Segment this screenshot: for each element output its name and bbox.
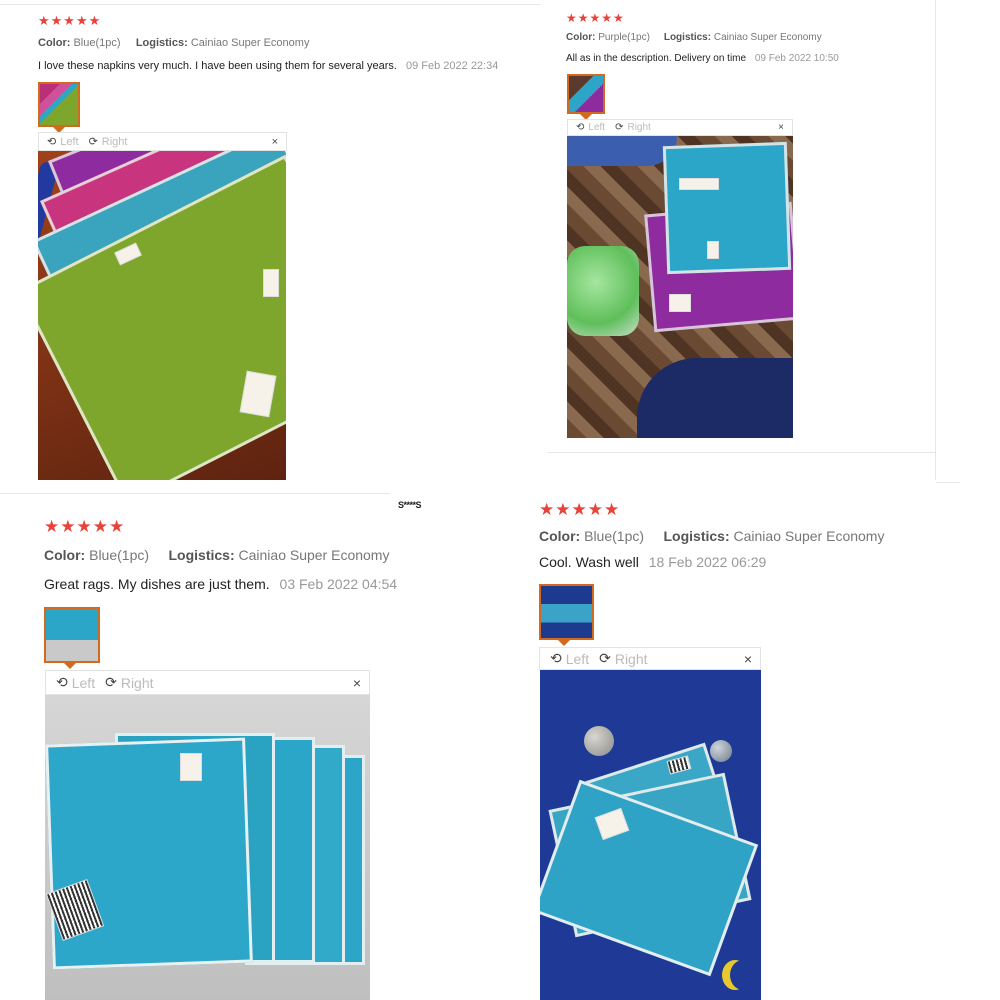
- review-comment-line: I love these napkins very much. I have b…: [38, 60, 498, 72]
- close-icon[interactable]: ×: [272, 136, 278, 148]
- review-date: 09 Feb 2022 10:50: [754, 53, 839, 64]
- photo-thumbnail[interactable]: [567, 74, 605, 114]
- review-comment: Great rags. My dishes are just them.: [44, 576, 270, 592]
- towel-label: [263, 269, 279, 297]
- logistics-label: Logistics:: [663, 528, 730, 544]
- color-value: Blue(1pc): [89, 547, 150, 563]
- rotate-right-label: Right: [120, 674, 154, 691]
- review-card: ★★★★★ Color: Blue(1pc) Logistics: Cainia…: [0, 500, 397, 1000]
- rotate-right-label: Right: [101, 135, 128, 148]
- rotate-right-button[interactable]: ⟳ Right: [105, 674, 153, 691]
- rating-stars: ★★★★★: [539, 500, 621, 519]
- review-comment-line: All as in the description. Delivery on t…: [566, 53, 839, 64]
- review-photo[interactable]: [38, 151, 286, 480]
- review-photo[interactable]: [45, 695, 370, 1000]
- towel-label: [180, 753, 202, 781]
- towel-label: [679, 178, 719, 190]
- color-label: Color:: [566, 32, 596, 43]
- towel-blue: [662, 141, 792, 275]
- color-value: Blue(1pc): [584, 528, 645, 544]
- moon-print: [730, 960, 756, 990]
- review-comment-line: Great rags. My dishes are just them. 03 …: [44, 576, 397, 592]
- color-value: Blue(1pc): [73, 37, 121, 49]
- image-viewer-toolbar: ⟲ Left ⟳ Right ×: [45, 670, 370, 695]
- truncated-reviewer-name: S****S: [398, 500, 422, 510]
- rotate-left-label: Left: [565, 650, 590, 667]
- rotate-right-button[interactable]: ⟳ Right: [599, 650, 647, 667]
- image-viewer-toolbar: ⟲ Left ⟳ Right ×: [38, 132, 287, 151]
- rotate-right-icon: ⟳: [88, 136, 98, 148]
- dark-cloth: [637, 358, 793, 438]
- rotate-right-icon: ⟳: [599, 650, 611, 666]
- review-card: ★★★★★ Color: Blue(1pc) Logistics: Cainia…: [520, 490, 960, 1000]
- blanket-shape: [567, 136, 677, 166]
- photo-thumbnail[interactable]: [539, 584, 594, 640]
- rotate-right-label: Right: [614, 650, 648, 667]
- image-viewer-toolbar: ⟲ Left ⟳ Right ×: [567, 119, 793, 136]
- panel-divider-mid-right: [548, 452, 936, 453]
- panel-divider-right-edge: [935, 0, 936, 480]
- panel-divider-mid-far: [936, 482, 960, 483]
- logistics-label: Logistics:: [663, 32, 712, 43]
- review-card: ★★★★★ Color: Blue(1pc) Logistics: Cainia…: [0, 5, 540, 485]
- rotate-left-button[interactable]: ⟲ Left: [550, 650, 589, 667]
- review-comment: All as in the description. Delivery on t…: [566, 53, 747, 64]
- logistics-label: Logistics:: [135, 37, 188, 49]
- thumbnail-pointer: [558, 640, 570, 646]
- panel-divider-mid-left: [0, 493, 390, 494]
- rotate-left-button[interactable]: ⟲ Left: [47, 135, 79, 149]
- review-meta: Color: Blue(1pc) Logistics: Cainiao Supe…: [539, 528, 884, 544]
- close-icon[interactable]: ×: [744, 651, 752, 667]
- logistics-value: Cainiao Super Economy: [190, 37, 310, 49]
- color-label: Color:: [38, 37, 71, 49]
- rotate-left-icon: ⟲: [47, 136, 57, 148]
- rotate-left-label: Left: [588, 122, 606, 133]
- rating-stars: ★★★★★: [38, 13, 102, 28]
- review-meta: Color: Blue(1pc) Logistics: Cainiao Supe…: [44, 547, 389, 563]
- photo-thumbnail[interactable]: [44, 607, 100, 663]
- review-photo[interactable]: [540, 670, 761, 1000]
- rotate-left-label: Left: [60, 135, 79, 148]
- rotate-left-icon: ⟲: [550, 650, 562, 666]
- rotate-left-label: Left: [71, 674, 96, 691]
- rating-stars: ★★★★★: [44, 517, 126, 536]
- rotate-right-icon: ⟳: [105, 674, 117, 690]
- towel-label: [669, 294, 691, 312]
- review-date: 18 Feb 2022 06:29: [648, 554, 767, 570]
- planet-print: [584, 726, 614, 756]
- review-card: ★★★★★ Color: Purple(1pc) Logistics: Cain…: [548, 0, 934, 450]
- review-comment: Cool. Wash well: [539, 554, 639, 570]
- color-label: Color:: [539, 528, 581, 544]
- rotate-right-label: Right: [627, 122, 651, 133]
- logistics-label: Logistics:: [168, 547, 235, 563]
- rating-stars: ★★★★★: [566, 11, 625, 25]
- logistics-value: Cainiao Super Economy: [733, 528, 885, 544]
- logistics-value: Cainiao Super Economy: [713, 32, 822, 43]
- review-comment: I love these napkins very much. I have b…: [38, 60, 397, 72]
- rotate-right-button[interactable]: ⟳ Right: [615, 122, 651, 133]
- review-date: 03 Feb 2022 04:54: [279, 576, 398, 592]
- color-label: Color:: [44, 547, 86, 563]
- thumbnail-pointer: [64, 663, 76, 669]
- logistics-value: Cainiao Super Economy: [238, 547, 390, 563]
- close-icon[interactable]: ×: [353, 675, 361, 691]
- green-package: [567, 246, 639, 336]
- photo-thumbnail[interactable]: [38, 82, 80, 127]
- rotate-left-button[interactable]: ⟲ Left: [56, 674, 95, 691]
- review-meta: Color: Purple(1pc) Logistics: Cainiao Su…: [566, 32, 822, 43]
- image-viewer-toolbar: ⟲ Left ⟳ Right ×: [539, 647, 761, 670]
- close-icon[interactable]: ×: [778, 122, 784, 133]
- rotate-left-icon: ⟲: [576, 122, 585, 133]
- rotate-right-icon: ⟳: [615, 122, 624, 133]
- color-value: Purple(1pc): [598, 32, 650, 43]
- rotate-right-button[interactable]: ⟳ Right: [88, 135, 128, 149]
- planet-print: [710, 740, 732, 762]
- review-photo[interactable]: [567, 136, 793, 438]
- review-comment-line: Cool. Wash well 18 Feb 2022 06:29: [539, 554, 766, 570]
- rotate-left-button[interactable]: ⟲ Left: [576, 122, 605, 133]
- review-date: 09 Feb 2022 22:34: [405, 60, 499, 72]
- rotate-left-icon: ⟲: [56, 674, 68, 690]
- review-meta: Color: Blue(1pc) Logistics: Cainiao Supe…: [38, 37, 309, 49]
- towel-label: [707, 241, 719, 259]
